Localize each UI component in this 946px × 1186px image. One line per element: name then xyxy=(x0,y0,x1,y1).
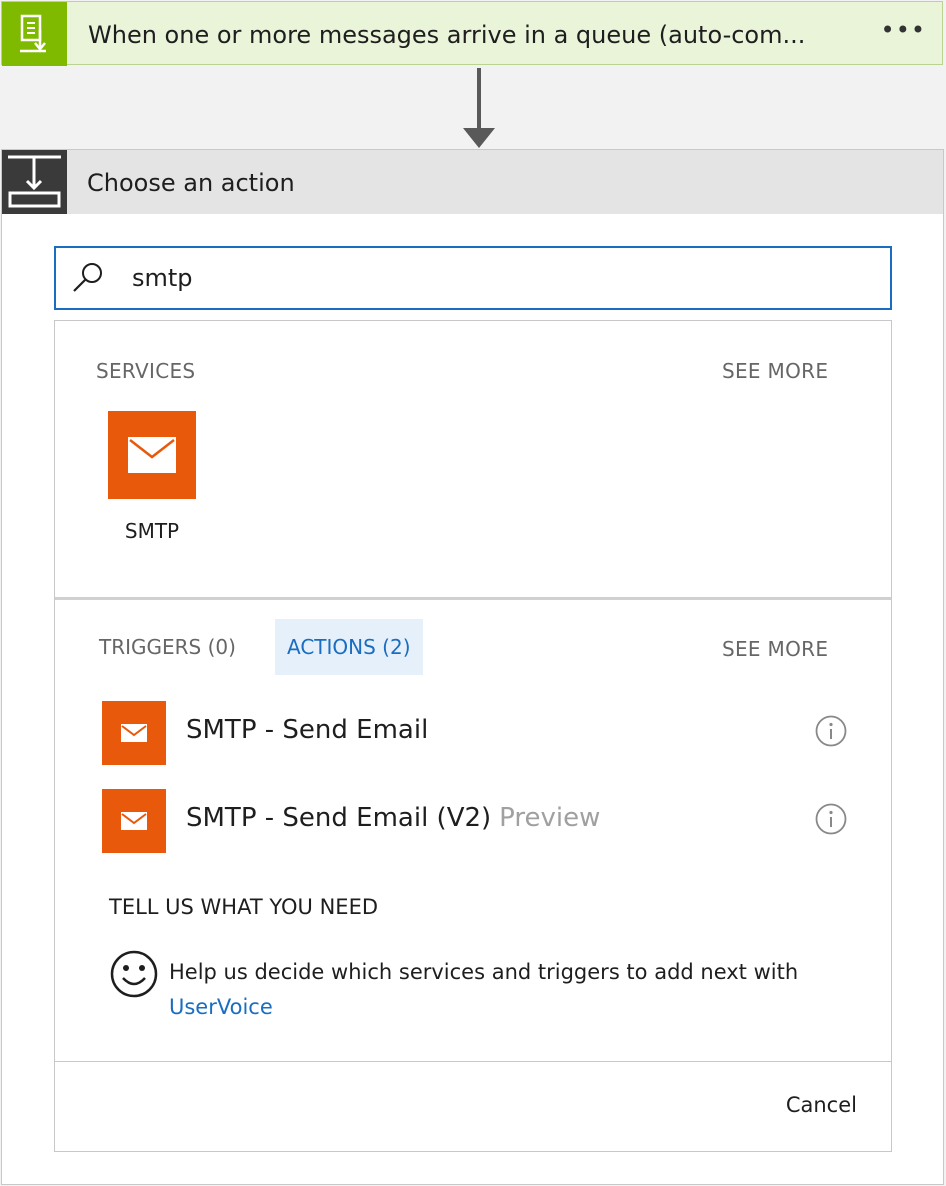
search-box[interactable] xyxy=(54,246,892,310)
mail-icon xyxy=(102,789,166,853)
action-header-title: Choose an action xyxy=(87,169,295,197)
more-options-icon[interactable]: ••• xyxy=(881,16,926,44)
queue-document-icon xyxy=(2,2,67,66)
action-label: SMTP - Send Email xyxy=(186,715,428,745)
action-name: SMTP - Send Email xyxy=(186,715,429,745)
section-divider xyxy=(55,597,891,600)
feedback-text: Help us decide which services and trigge… xyxy=(169,955,819,1025)
cancel-button[interactable]: Cancel xyxy=(786,1093,857,1117)
footer-divider xyxy=(55,1061,891,1062)
connector-line xyxy=(477,68,481,132)
smtp-service-tile[interactable] xyxy=(108,411,196,499)
trigger-card[interactable]: When one or more messages arrive in a qu… xyxy=(1,1,943,66)
smtp-service-label[interactable]: SMTP xyxy=(95,519,209,543)
search-input[interactable] xyxy=(132,262,852,294)
search-icon xyxy=(70,260,106,296)
action-item-smtp-send-email[interactable]: SMTP - Send Email xyxy=(102,701,862,765)
uservoice-link[interactable]: UserVoice xyxy=(169,995,273,1019)
action-name: SMTP - Send Email (V2) xyxy=(186,803,492,833)
info-icon[interactable] xyxy=(815,715,847,747)
feedback-message: Help us decide which services and trigge… xyxy=(169,960,799,984)
services-heading: SERVICES xyxy=(96,359,196,383)
feedback-heading: TELL US WHAT YOU NEED xyxy=(109,895,379,919)
results-panel: SERVICES SEE MORE SMTP TRIGGERS (0) ACTI… xyxy=(54,320,892,1152)
smiley-icon xyxy=(109,949,159,999)
tab-actions[interactable]: ACTIONS (2) xyxy=(275,619,423,675)
choose-action-icon xyxy=(2,150,67,214)
services-see-more-link[interactable]: SEE MORE xyxy=(722,359,828,383)
trigger-title: When one or more messages arrive in a qu… xyxy=(88,21,806,49)
connector-arrow-icon xyxy=(463,128,495,148)
tab-triggers[interactable]: TRIGGERS (0) xyxy=(87,619,248,675)
choose-action-panel: Choose an action SERVICES SEE MORE SMTP … xyxy=(1,149,944,1185)
info-icon[interactable] xyxy=(815,803,847,835)
mail-icon xyxy=(128,437,176,473)
action-label: SMTP - Send Email (V2) Preview xyxy=(186,803,600,833)
preview-badge: Preview xyxy=(499,803,601,833)
mail-icon xyxy=(102,701,166,765)
action-header: Choose an action xyxy=(2,150,943,214)
action-item-smtp-send-email-v2[interactable]: SMTP - Send Email (V2) Preview xyxy=(102,789,862,853)
actions-see-more-link[interactable]: SEE MORE xyxy=(722,637,828,661)
